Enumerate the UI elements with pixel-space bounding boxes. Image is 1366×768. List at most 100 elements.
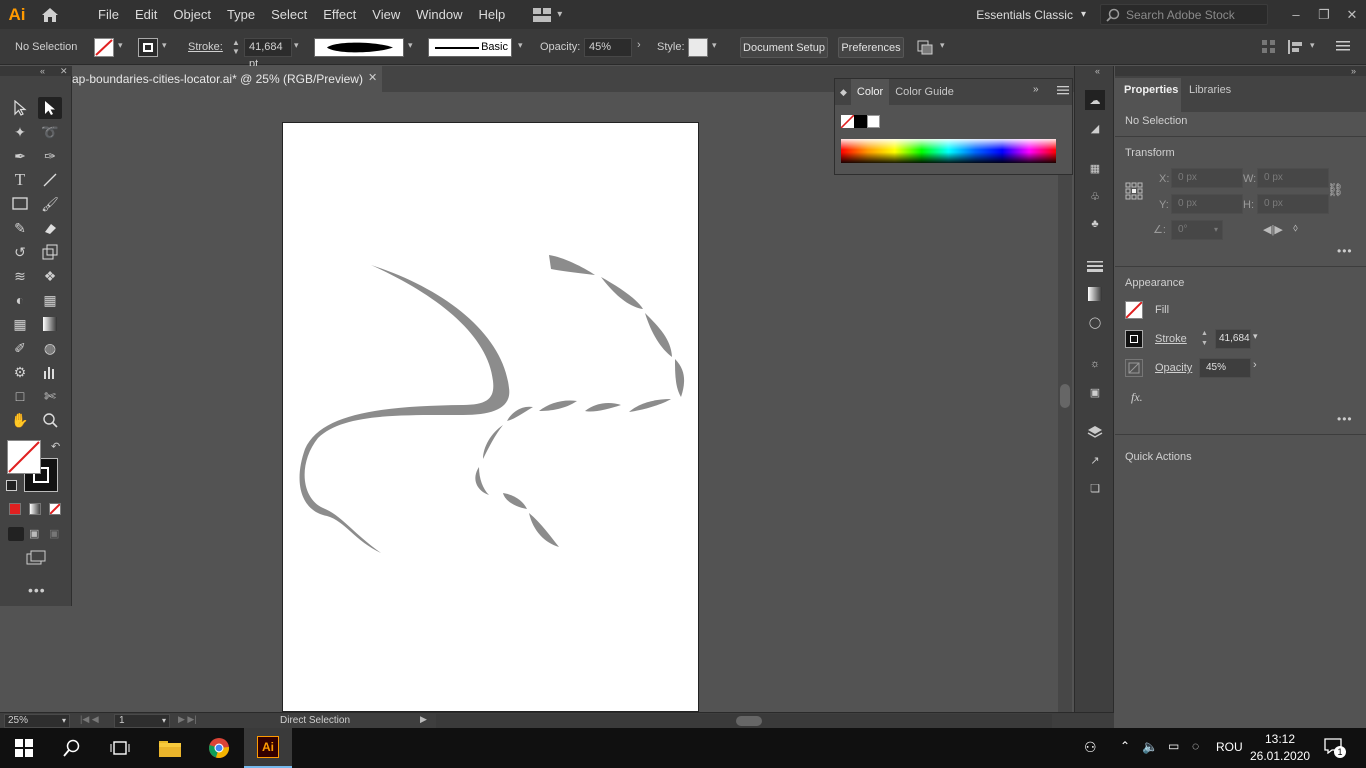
file-explorer-button[interactable] <box>146 728 194 768</box>
zoom-tool-icon[interactable] <box>38 409 62 431</box>
fill-color-box[interactable] <box>7 440 41 474</box>
stroke-weight-input[interactable]: 41,684 <box>1215 329 1251 349</box>
stroke-panel-icon[interactable] <box>1085 256 1105 276</box>
transparency-icon[interactable]: ◯ <box>1085 312 1105 332</box>
arrange-object-icon[interactable] <box>916 39 934 55</box>
gradient-tool-icon[interactable] <box>38 313 62 335</box>
clock[interactable]: 13:12 26.01.2020 <box>1250 731 1310 765</box>
collapse-icon[interactable]: ◆ <box>840 87 847 98</box>
menu-help[interactable]: Help <box>470 0 513 29</box>
none-mode-icon[interactable] <box>49 503 61 515</box>
variable-width-profile[interactable] <box>314 38 404 57</box>
battery-icon[interactable]: ▭ <box>1168 739 1179 753</box>
hand-tool-icon[interactable]: ✋ <box>8 409 32 431</box>
chevron-down-icon[interactable]: ▾ <box>162 40 167 51</box>
opacity-input[interactable]: 45% <box>1199 358 1251 378</box>
artboards-icon[interactable]: ❏ <box>1085 478 1105 498</box>
shaper-tool-icon[interactable]: ✎ <box>8 217 32 239</box>
graphic-styles-icon[interactable]: ▣ <box>1085 382 1105 402</box>
tab-properties[interactable]: Properties <box>1124 84 1178 96</box>
stroke-swatch[interactable] <box>1125 330 1143 348</box>
swap-colors-icon[interactable]: ↶ <box>51 440 60 453</box>
draw-behind-icon[interactable]: ▣ <box>29 527 45 541</box>
eraser-tool-icon[interactable] <box>38 217 62 239</box>
tab-color[interactable]: Color <box>850 79 890 105</box>
minimize-button[interactable]: – <box>1282 0 1310 29</box>
appearance-icon[interactable]: ☼ <box>1085 354 1105 374</box>
workspace-switcher[interactable]: Essentials Classic ▾ <box>976 8 1086 22</box>
chevron-down-icon[interactable]: ▾ <box>408 40 413 51</box>
restore-button[interactable]: ❐ <box>1310 0 1338 29</box>
tab-libraries[interactable]: Libraries <box>1189 84 1231 96</box>
h-input[interactable]: 0 px <box>1257 194 1329 214</box>
more-options-icon[interactable]: ••• <box>1337 244 1353 258</box>
width-tool-icon[interactable]: ≋ <box>8 265 32 287</box>
mesh-tool-icon[interactable]: ▦ <box>8 313 32 335</box>
search-button[interactable] <box>48 728 96 768</box>
menu-object[interactable]: Object <box>165 0 219 29</box>
default-colors-icon[interactable] <box>6 480 17 491</box>
preferences-button[interactable]: Preferences <box>838 37 904 58</box>
brush-definition[interactable]: Basic <box>428 38 512 57</box>
status-menu-icon[interactable]: ▶ <box>420 714 427 725</box>
flip-vertical-icon[interactable]: ⬨ <box>1293 222 1298 235</box>
illustrator-taskbar-button[interactable]: Ai <box>244 728 292 768</box>
chrome-button[interactable] <box>195 728 243 768</box>
horizontal-scrollbar[interactable] <box>436 714 1052 728</box>
panel-menu-icon[interactable] <box>1336 39 1350 53</box>
menu-type[interactable]: Type <box>219 0 263 29</box>
constrain-proportions-icon[interactable]: ⛓ <box>1327 182 1344 198</box>
color-mode-icon[interactable] <box>9 503 21 515</box>
chevron-right-icon[interactable]: › <box>637 39 641 51</box>
artboard[interactable] <box>282 122 699 712</box>
more-options-icon[interactable]: ••• <box>1337 412 1353 426</box>
stock-search-input[interactable]: Search Adobe Stock <box>1100 4 1268 25</box>
perspective-grid-tool-icon[interactable]: ▦ <box>38 289 62 311</box>
fill-swatch[interactable] <box>94 38 114 57</box>
blend-tool-icon[interactable]: ◍ <box>38 337 62 359</box>
column-graph-tool-icon[interactable] <box>38 361 62 383</box>
stroke-label[interactable]: Stroke <box>1155 333 1187 345</box>
chevron-right-icon[interactable]: › <box>1253 359 1257 371</box>
distribute-icon[interactable] <box>1288 40 1304 54</box>
chevron-down-icon[interactable]: ▾ <box>294 40 299 51</box>
symbols-icon[interactable]: ♣ <box>1085 214 1105 234</box>
swatches-icon[interactable]: ▦ <box>1085 158 1105 178</box>
chevron-down-icon[interactable]: ▾ <box>1310 40 1315 51</box>
menu-view[interactable]: View <box>364 0 408 29</box>
collapse-icon[interactable]: » <box>1351 66 1356 76</box>
expand-icon[interactable]: » <box>1033 84 1039 95</box>
magic-wand-icon[interactable]: ✦ <box>8 121 32 143</box>
chevron-down-icon[interactable]: ▾ <box>940 40 945 51</box>
start-button[interactable] <box>0 728 48 768</box>
first-artboard-icon[interactable]: |◀ ◀ <box>80 714 99 725</box>
stroke-weight-input[interactable]: 41,684 pt <box>244 38 292 70</box>
chevron-down-icon[interactable]: ▾ <box>712 40 717 51</box>
none-swatch[interactable] <box>840 114 855 129</box>
reference-point-icon[interactable] <box>1125 182 1143 200</box>
artboard-tool-icon[interactable]: □ <box>8 385 32 407</box>
slice-tool-icon[interactable]: ✄ <box>38 385 62 407</box>
home-icon[interactable] <box>34 0 66 29</box>
menu-edit[interactable]: Edit <box>127 0 165 29</box>
y-input[interactable]: 0 px <box>1171 194 1243 214</box>
language-indicator[interactable]: ROU <box>1216 740 1243 754</box>
white-swatch[interactable] <box>867 115 880 128</box>
selection-tool-icon[interactable] <box>8 97 32 119</box>
lasso-icon[interactable]: ➰ <box>38 121 62 143</box>
document-tab[interactable]: ap-boundaries-cities-locator.ai* @ 25% (… <box>72 66 382 92</box>
menu-file[interactable]: File <box>90 0 127 29</box>
artboard-select[interactable]: 1 ▾ <box>114 714 170 728</box>
opacity-input[interactable]: 45% <box>584 38 632 57</box>
flip-horizontal-icon[interactable]: ◀|▶ <box>1263 223 1283 236</box>
black-swatch[interactable] <box>854 115 867 128</box>
properties-icon[interactable]: ☁ <box>1085 90 1105 110</box>
draw-normal-icon[interactable] <box>8 527 24 541</box>
vertical-scrollbar[interactable] <box>1058 92 1072 712</box>
close-icon[interactable]: ✕ <box>60 66 68 77</box>
chevron-down-icon[interactable]: ▾ <box>518 40 523 51</box>
next-artboard-icon[interactable]: ▶ ▶| <box>178 714 197 725</box>
artwork[interactable] <box>283 123 700 713</box>
notifications-button[interactable]: 1 <box>1324 738 1346 758</box>
stroke-swatch[interactable] <box>138 38 158 57</box>
